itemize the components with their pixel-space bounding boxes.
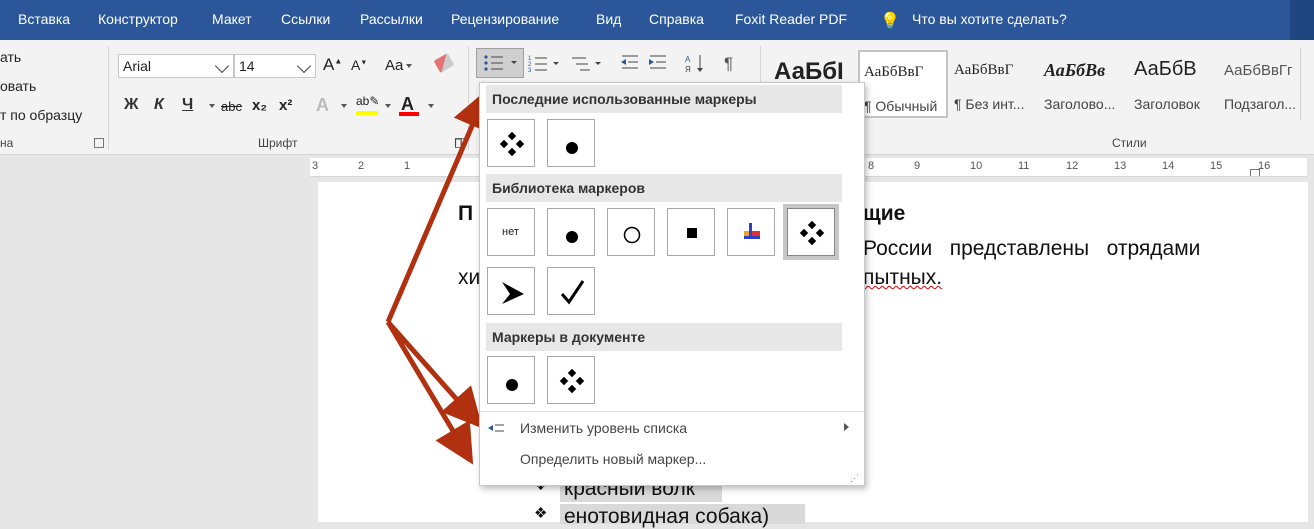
bullet-diamond-selected[interactable] xyxy=(783,204,839,260)
bullet-checkmark[interactable] xyxy=(547,267,595,315)
bullet-filled-circle[interactable] xyxy=(547,208,595,256)
submenu-arrow-icon xyxy=(844,423,849,431)
bullet-library-dropdown: Последние использованные маркеры Библиот… xyxy=(479,82,865,486)
change-list-level-icon xyxy=(487,421,505,437)
bullet-none-label: нет xyxy=(502,226,519,238)
arrow-to-bullets-button xyxy=(385,88,491,323)
recent-bullets-header: Последние использованные маркеры xyxy=(486,85,842,113)
arrow-to-change-level xyxy=(386,320,483,429)
bullet-library-header: Библиотека маркеров xyxy=(486,174,842,202)
resize-grip-icon[interactable]: ⋰ xyxy=(850,473,859,484)
bullet-doc-dot[interactable] xyxy=(487,356,535,404)
arrow-to-define-new xyxy=(385,320,474,465)
change-list-level-menu-item[interactable]: Изменить уровень списка xyxy=(520,420,687,436)
bullet-recent-dot[interactable] xyxy=(547,119,595,167)
bullet-arrowhead[interactable] xyxy=(487,267,535,315)
bullet-recent-diamond[interactable] xyxy=(487,119,535,167)
document-bullets-header: Маркеры в документе xyxy=(486,323,842,351)
bullet-four-color[interactable] xyxy=(727,208,775,256)
bullet-none[interactable]: нет xyxy=(487,208,535,256)
bullet-doc-diamond[interactable] xyxy=(547,356,595,404)
bullet-filled-square[interactable] xyxy=(667,208,715,256)
define-new-bullet-menu-item[interactable]: Определить новый маркер... xyxy=(520,451,706,467)
bullet-hollow-circle[interactable] xyxy=(607,208,655,256)
menu-separator xyxy=(480,411,864,412)
